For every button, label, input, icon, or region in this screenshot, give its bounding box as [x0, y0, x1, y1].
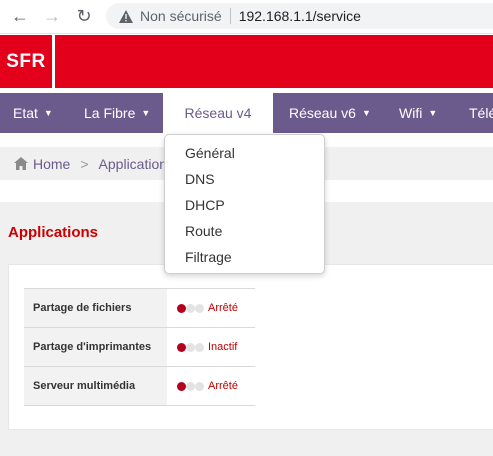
status-toggle-icon[interactable] [177, 342, 204, 352]
nav-item-la-fibre[interactable]: La Fibre ▼ [84, 93, 150, 133]
reseau-v4-dropdown: Général DNS DHCP Route Filtrage [164, 134, 325, 274]
app-status-cell[interactable]: Arrêté [167, 288, 255, 328]
nav-item-reseau-v4[interactable]: Réseau v4 [163, 93, 273, 133]
home-icon [14, 156, 28, 171]
status-toggle-icon[interactable] [177, 381, 204, 391]
menu-item-filtrage[interactable]: Filtrage [165, 244, 324, 270]
forward-arrow-icon[interactable]: → [40, 5, 64, 27]
main-nav: Etat ▼ La Fibre ▼ Réseau v4 Réseau v6 ▼ Wif… [0, 93, 493, 133]
brand-header: SFR [0, 35, 493, 88]
nav-item-label: Etat [13, 105, 38, 121]
table-row: Serveur multimédia Arrêté [24, 366, 255, 406]
caret-down-icon: ▼ [43, 108, 53, 118]
app-name: Partage de fichiers [24, 288, 167, 328]
security-label: Non sécurisé [140, 8, 222, 24]
app-status: Arrêté [208, 380, 238, 393]
nav-item-etat[interactable]: Etat ▼ [13, 93, 53, 133]
status-toggle-icon[interactable] [177, 303, 204, 313]
app-name: Serveur multimédia [24, 366, 167, 406]
nav-item-wifi[interactable]: Wifi ▼ [399, 93, 437, 133]
nav-item-label: Réseau v4 [184, 105, 252, 121]
nav-item-label: Wifi [399, 105, 423, 121]
menu-item-route[interactable]: Route [165, 218, 324, 244]
app-status: Arrêté [208, 302, 238, 315]
breadcrumb-current[interactable]: Applications [99, 156, 175, 172]
menu-item-dns[interactable]: DNS [165, 166, 324, 192]
app-status-cell[interactable]: Arrêté [167, 366, 255, 406]
address-separator [229, 8, 231, 24]
app-status-cell[interactable]: Inactif [167, 327, 255, 367]
nav-item-reseau-v6[interactable]: Réseau v6 ▼ [289, 93, 371, 133]
table-row: Partage de fichiers Arrêté [24, 288, 255, 328]
nav-item-tele[interactable]: Télé [469, 93, 493, 133]
nav-item-label: Télé [469, 105, 493, 121]
breadcrumb-separator: > [80, 155, 89, 172]
reload-icon[interactable]: ↻ [72, 5, 96, 27]
back-arrow-icon[interactable]: ← [8, 5, 32, 27]
caret-down-icon: ▼ [141, 108, 151, 118]
sfr-logo[interactable]: SFR [0, 35, 55, 88]
app-name: Partage d'imprimantes [24, 327, 167, 367]
menu-item-general[interactable]: Général [165, 140, 324, 166]
app-status: Inactif [208, 341, 238, 354]
table-row: Partage d'imprimantes Inactif [24, 327, 255, 367]
warning-icon [118, 8, 134, 24]
breadcrumb-home[interactable]: Home [33, 156, 70, 172]
nav-item-label: La Fibre [84, 105, 136, 121]
page-title: Applications [8, 224, 99, 241]
browser-toolbar: ← → ↻ Non sécurisé 192.168.1.1/service [0, 0, 493, 34]
nav-item-label: Réseau v6 [289, 105, 356, 121]
address-bar[interactable]: Non sécurisé 192.168.1.1/service [106, 3, 493, 29]
url-text: 192.168.1.1/service [238, 8, 361, 24]
caret-down-icon: ▼ [361, 108, 371, 118]
applications-table: Partage de fichiers Arrêté Partage d'imp… [24, 288, 255, 406]
menu-item-dhcp[interactable]: DHCP [165, 192, 324, 218]
caret-down-icon: ▼ [428, 108, 438, 118]
